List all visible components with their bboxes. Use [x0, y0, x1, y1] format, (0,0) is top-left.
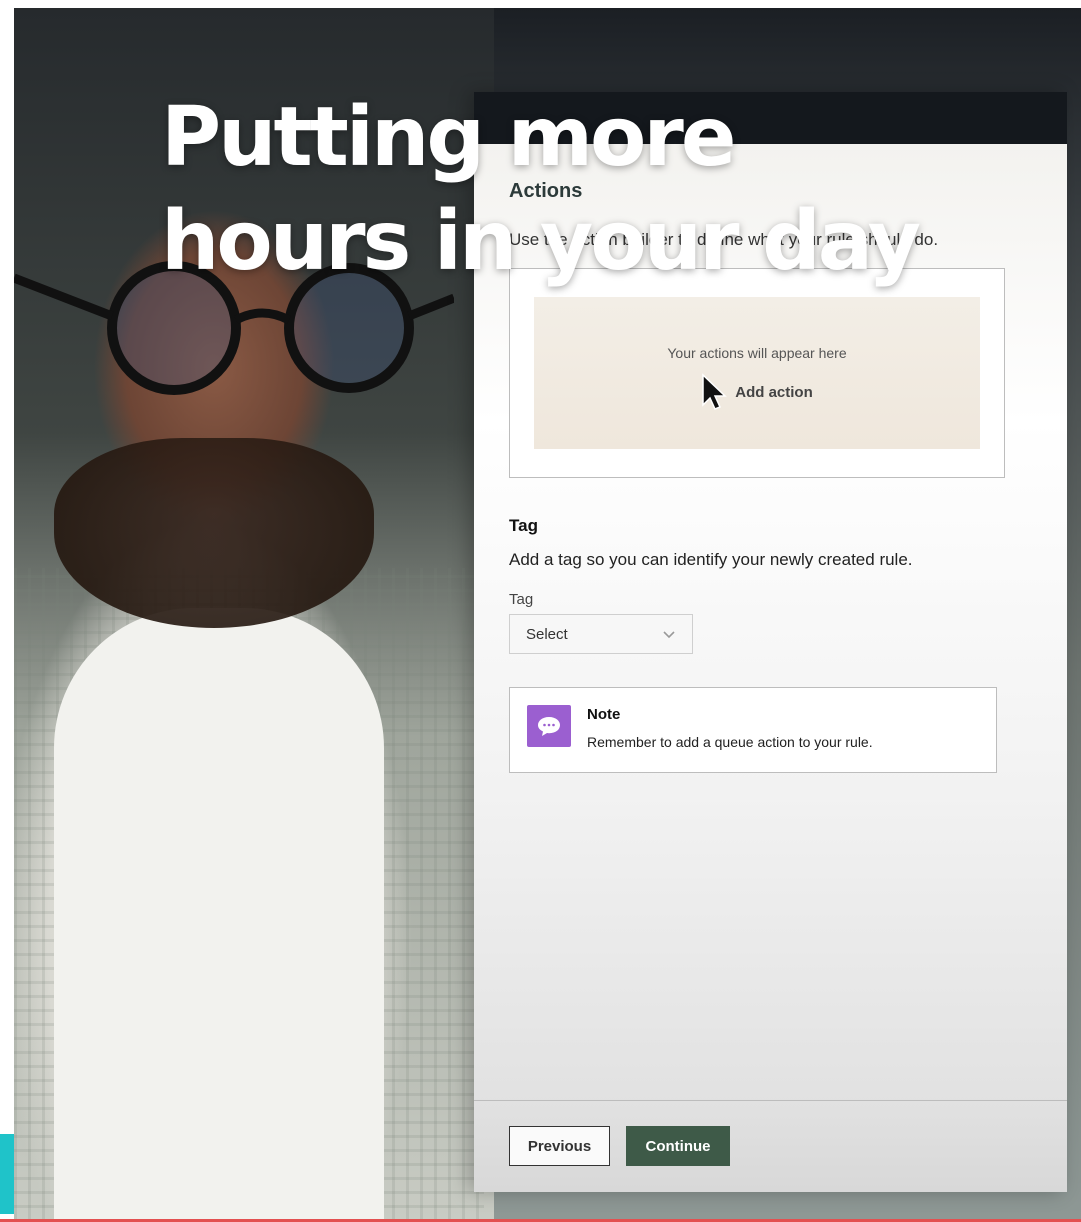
headline-line-2: hours in your day: [161, 194, 921, 289]
chevron-down-icon: [663, 631, 675, 639]
actions-drop-zone[interactable]: Your actions will appear here Add action: [534, 297, 980, 449]
beard: [54, 438, 374, 628]
headline-line-1: Putting more: [161, 90, 736, 185]
add-action-button[interactable]: Add action: [697, 371, 817, 413]
tag-description: Add a tag so you can identify your newly…: [509, 550, 913, 569]
tag-heading: Tag: [509, 516, 538, 535]
note-text: Remember to add a queue action to your r…: [587, 734, 873, 750]
accent-strip: [0, 1134, 14, 1214]
white-tshirt: [54, 608, 384, 1222]
panel-content: Actions Use the action builder to define…: [509, 144, 1067, 1192]
tag-select[interactable]: Select: [509, 614, 693, 654]
actions-placeholder: Your actions will appear here: [667, 345, 847, 361]
mouse-pointer-icon: [702, 373, 728, 410]
previous-button[interactable]: Previous: [509, 1126, 610, 1166]
actions-container: Your actions will appear here Add action: [509, 268, 1005, 478]
tag-select-value: Select: [526, 625, 568, 643]
note-callout: Note Remember to add a queue action to y…: [509, 687, 997, 773]
chat-bubble-icon: [527, 705, 571, 747]
note-title: Note: [587, 706, 621, 723]
add-action-label: Add action: [735, 383, 813, 401]
headline: Putting more hours in your day: [161, 86, 921, 294]
tag-field-label: Tag: [509, 591, 534, 608]
footer-divider: [474, 1100, 1067, 1101]
continue-button[interactable]: Continue: [626, 1126, 730, 1166]
